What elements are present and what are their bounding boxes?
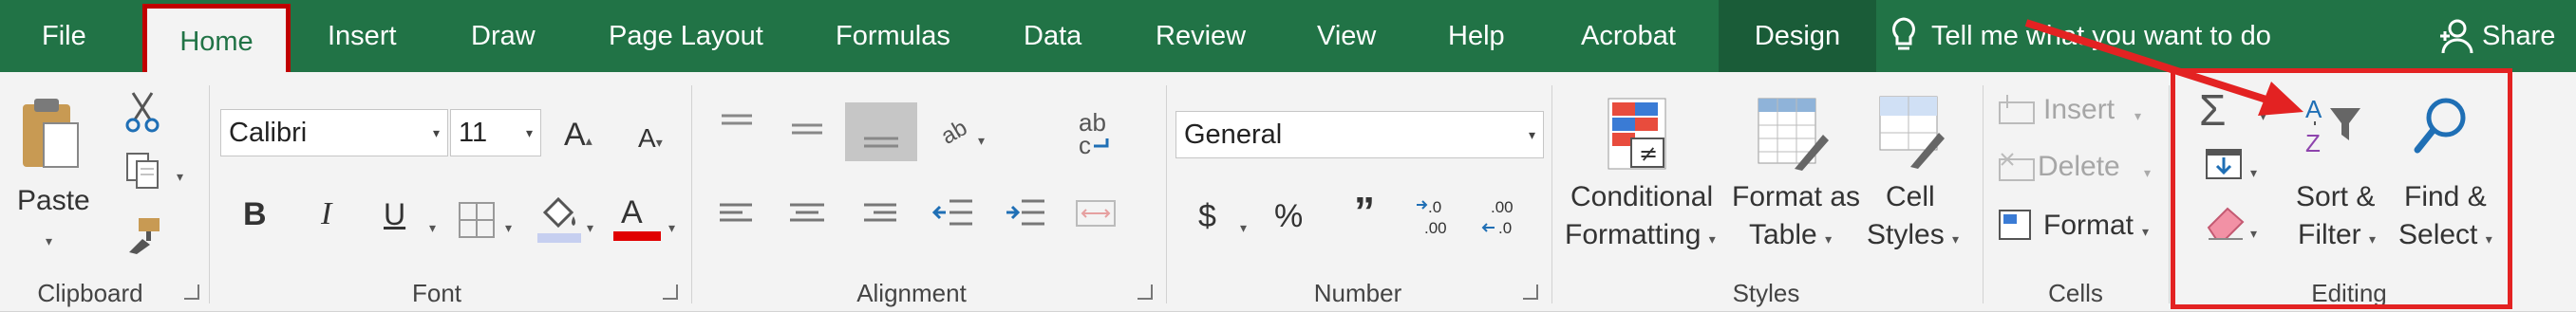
separator [691,85,692,303]
number-format-combo[interactable]: General ▾ [1175,111,1544,158]
font-group-label: Font [411,279,462,307]
svg-text:≠: ≠ [1639,140,1658,167]
separator [1983,85,1984,303]
tab-insert[interactable]: Insert [328,0,397,72]
cell-styles-icon[interactable] [1878,95,1946,171]
cell-styles-button[interactable]: Styles ▾ [1867,218,1959,256]
svg-text:.00: .00 [1491,198,1514,216]
separator [1551,85,1552,303]
paste-dropdown[interactable]: ▾ [46,224,52,258]
styles-group-label: Styles [1732,279,1800,307]
svg-text:.0: .0 [1498,219,1512,237]
comma-style-button[interactable]: ” [1354,192,1375,233]
bold-button[interactable]: B [243,197,267,231]
increase-indent-icon[interactable] [1005,197,1046,229]
svg-text:ab: ab [937,115,972,148]
clipboard-launcher-icon[interactable] [184,284,199,300]
tab-help[interactable]: Help [1448,0,1505,72]
fill-color-dropdown[interactable]: ▾ [587,211,593,245]
delete-cells-icon [1998,150,2036,182]
format-painter-icon[interactable] [125,216,163,254]
alignment-launcher-icon[interactable] [1138,284,1153,300]
conditional-formatting-button[interactable]: Formatting ▾ [1565,218,1716,256]
copy-dropdown[interactable]: ▾ [177,159,183,193]
clipboard-group-label: Clipboard [37,279,143,307]
decrease-indent-icon[interactable] [932,197,974,229]
tab-design[interactable]: Design [1719,0,1876,72]
separator [209,85,210,303]
borders-icon[interactable] [458,201,496,239]
fill-color-icon[interactable] [536,193,583,245]
orientation-icon[interactable]: ab [936,110,974,148]
align-center-icon[interactable] [788,201,826,229]
lightbulb-icon [1891,17,1916,55]
decrease-decimal-icon[interactable]: .00.0 [1481,195,1529,239]
delete-cells-button[interactable]: Delete [2038,150,2120,184]
format-as-table-icon[interactable] [1757,97,1831,173]
separator [1166,85,1167,303]
italic-button[interactable]: I [321,197,331,231]
wrap-text-icon[interactable]: ab c [1073,110,1117,157]
font-name-combo[interactable]: Calibri ▾ [220,109,448,156]
copy-icon[interactable] [123,152,161,190]
share-button[interactable]: Share [2482,0,2555,72]
tab-home[interactable]: Home [142,4,291,72]
font-color-swatch [613,231,661,241]
font-color-dropdown[interactable]: ▾ [668,211,675,245]
format-cells-dropdown[interactable]: ▾ [2142,214,2149,248]
align-right-icon[interactable] [860,201,898,229]
cut-icon[interactable] [123,91,161,133]
tab-formulas[interactable]: Formulas [836,0,950,72]
svg-text:.00: .00 [1424,219,1447,237]
borders-dropdown[interactable]: ▾ [505,211,512,245]
person-add-icon [2438,17,2476,55]
number-launcher-icon[interactable] [1523,284,1538,300]
cells-group-label: Cells [2048,279,2103,307]
format-cells-icon[interactable] [1998,209,2036,243]
tab-file[interactable]: File [42,0,86,72]
percent-button[interactable]: % [1274,199,1303,233]
increase-decimal-icon[interactable]: .0.00 [1415,195,1462,239]
font-color-button[interactable]: A [621,195,643,229]
tab-draw[interactable]: Draw [471,0,536,72]
paste-button[interactable]: Paste [17,184,90,218]
format-as-table-label-1[interactable]: Format as [1732,180,1860,214]
orientation-dropdown[interactable]: ▾ [978,123,985,157]
underline-dropdown[interactable]: ▾ [429,211,436,245]
currency-button[interactable]: $ [1198,199,1216,233]
svg-text:.0: .0 [1428,198,1441,216]
decrease-font-size-button[interactable]: A▾ [638,121,663,159]
increase-font-size-button[interactable]: A▴ [564,118,592,157]
align-middle-icon[interactable] [788,118,826,146]
currency-dropdown[interactable]: ▾ [1240,211,1247,245]
tab-page-layout[interactable]: Page Layout [609,0,763,72]
paste-icon[interactable] [19,95,82,171]
format-as-table-button[interactable]: Table ▾ [1749,218,1832,256]
align-bottom-button[interactable] [845,102,917,161]
conditional-formatting-icon[interactable]: ≠ [1607,97,1669,173]
tab-view[interactable]: View [1317,0,1376,72]
tab-acrobat[interactable]: Acrobat [1581,0,1676,72]
font-size-combo[interactable]: 11 ▾ [450,109,541,156]
font-launcher-icon[interactable] [663,284,678,300]
alignment-group-label: Alignment [856,279,967,307]
svg-text:c: c [1079,131,1091,157]
number-group-label: Number [1313,279,1402,307]
merge-center-icon[interactable] [1075,197,1117,229]
underline-button[interactable]: U [384,197,405,231]
align-left-icon[interactable] [718,201,756,229]
align-top-icon[interactable] [718,112,756,140]
format-cells-button[interactable]: Format [2043,209,2134,243]
conditional-formatting-label-1[interactable]: Conditional [1570,180,1713,214]
annotation-arrow-icon [2022,17,2307,121]
delete-cells-dropdown[interactable]: ▾ [2144,156,2151,190]
tab-review[interactable]: Review [1156,0,1246,72]
cell-styles-label-1[interactable]: Cell [1886,180,1935,214]
tab-data[interactable]: Data [1024,0,1081,72]
